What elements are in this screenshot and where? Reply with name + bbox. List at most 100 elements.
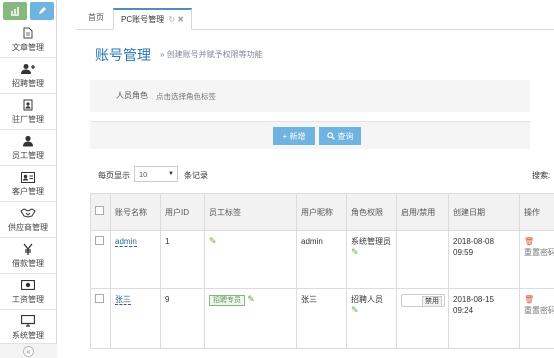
tab-home[interactable]: 首页 (81, 8, 111, 30)
role-text: 招聘人员 (351, 295, 383, 304)
employee-tag-cell: 招聘专员 ✎ (204, 288, 297, 349)
page-size-prefix: 每页显示 (98, 171, 130, 180)
id-card-icon (21, 170, 35, 184)
sidebar-item-label: 供应商管理 (8, 223, 48, 232)
filter-panel: 人员角色 (90, 80, 530, 112)
sidebar-item-label: 系统管理 (12, 331, 44, 340)
col-header-enabled[interactable]: 启用/禁用 (396, 193, 449, 231)
reset-password-link[interactable]: 重置密码 (524, 306, 554, 315)
user-id-cell: 1 (160, 230, 205, 289)
enabled-cell (396, 230, 449, 289)
role-filter-input[interactable] (152, 85, 302, 107)
sidebar: 文章管理 招聘管理 驻厂管理 员工管理 客户管理 供应商管理 借款管理 工资管理… (0, 0, 57, 358)
trash-icon[interactable]: 🗑 (524, 295, 534, 304)
account-link[interactable]: 张三 (115, 295, 131, 305)
handshake-icon (20, 206, 36, 220)
search-icon (326, 132, 335, 140)
collapse-icon[interactable]: « (23, 345, 34, 357)
account-table: 账号名称 用户ID 员工标签 用户昵称 角色权限 启用/禁用 创建日期 操作 a… (90, 193, 554, 349)
user-add-icon (21, 62, 35, 76)
edit-tag-pencil-icon[interactable]: ✎ (247, 294, 255, 304)
query-button[interactable]: 查询 (319, 127, 361, 145)
bar-chart-icon (11, 7, 19, 16)
page-size-value: 10 (139, 169, 148, 179)
sidebar-item-payroll[interactable]: 工资管理 (0, 274, 56, 310)
select-all-cell[interactable] (90, 193, 111, 231)
enable-toggle[interactable]: 禁用 (401, 294, 445, 307)
created-date-cell: 2018-08-15 09:24 (448, 288, 520, 349)
yen-icon (23, 242, 33, 256)
page-title: 账号管理 (95, 47, 151, 63)
sidebar-shortcuts (0, 0, 56, 22)
nickname-cell: admin (296, 230, 347, 289)
col-header-nickname[interactable]: 用户昵称 (296, 193, 347, 231)
col-header-role[interactable]: 角色权限 (346, 193, 397, 231)
add-button-label: + 新增 (282, 131, 306, 141)
stats-shortcut-button[interactable] (3, 2, 27, 20)
user-id-cell: 9 (160, 288, 205, 349)
col-header-account[interactable]: 账号名称 (110, 193, 161, 231)
sidebar-item-label: 借款管理 (12, 259, 44, 268)
caret-down-icon: ▼ (168, 171, 174, 177)
tab-label: PC账号管理 (121, 15, 165, 24)
sidebar-item-loans[interactable]: 借款管理 (0, 238, 56, 274)
row-checkbox[interactable] (95, 236, 104, 245)
money-icon (21, 278, 35, 292)
sidebar-item-suppliers[interactable]: 供应商管理 (0, 202, 56, 238)
page-size-suffix: 条记录 (184, 171, 208, 180)
sidebar-item-label: 驻厂管理 (12, 115, 44, 124)
role-filter-label: 人员角色 (116, 91, 148, 100)
sidebar-item-label: 客户管理 (12, 187, 44, 196)
col-header-actions: 操作 (519, 193, 554, 231)
page-size-select[interactable]: 10 ▼ (134, 166, 178, 182)
nickname-cell: 张三 (296, 288, 347, 349)
col-header-employee-tag[interactable]: 员工标签 (204, 193, 297, 231)
employee-tag-badge: 招聘专员 (209, 295, 245, 306)
sidebar-item-customers[interactable]: 客户管理 (0, 166, 56, 202)
tab-pc-account[interactable]: PC账号管理 ↻ ✖ (113, 8, 192, 30)
refresh-close-icon[interactable]: ↻ ✖ (168, 15, 184, 24)
disable-label: 禁用 (422, 296, 442, 307)
role-text: 系统管理员 (351, 237, 391, 246)
sidebar-collapse[interactable]: « (0, 343, 57, 358)
edit-tag-pencil-icon[interactable]: ✎ (209, 236, 217, 246)
reset-password-link[interactable]: 重置密码 (524, 248, 554, 257)
role-cell: 系统管理员 ✎ (346, 230, 397, 289)
user-icon (23, 134, 33, 148)
sidebar-item-label: 招聘管理 (12, 79, 44, 88)
select-all-checkbox[interactable] (95, 206, 104, 215)
employee-tag-cell: ✎ (204, 230, 297, 289)
sidebar-item-label: 工资管理 (12, 295, 44, 304)
sidebar-item-onsite[interactable]: 驻厂管理 (0, 94, 56, 130)
enabled-cell: 禁用 (396, 288, 449, 349)
query-button-label: 查询 (337, 131, 354, 141)
add-button[interactable]: + 新增 (273, 127, 315, 145)
table-row: 张三 9 招聘专员 ✎ 张三 招聘人员 ✎ 禁用 2018-08-15 09:2… (90, 288, 554, 349)
edit-role-pencil-icon[interactable]: ✎ (351, 305, 359, 315)
role-cell: 招聘人员 ✎ (346, 288, 397, 349)
badge-icon (23, 98, 33, 112)
table-header-row: 账号名称 用户ID 员工标签 用户昵称 角色权限 启用/禁用 创建日期 操作 (90, 193, 554, 231)
sidebar-item-label: 文章管理 (12, 43, 44, 52)
sidebar-item-articles[interactable]: 文章管理 (0, 22, 56, 58)
edit-shortcut-button[interactable] (30, 2, 54, 20)
col-header-user-id[interactable]: 用户ID (160, 193, 205, 231)
table-row: admin 1 ✎ admin 系统管理员 ✎ 2018-08-08 09:59… (90, 230, 554, 289)
edit-role-pencil-icon[interactable]: ✎ (351, 247, 359, 257)
page-subtitle: » 创建账号并赋予权限等功能 (160, 50, 263, 59)
sidebar-item-recruitment[interactable]: 招聘管理 (0, 58, 56, 94)
pencil-icon (39, 7, 46, 14)
sidebar-item-system[interactable]: 系统管理 (0, 310, 56, 346)
monitor-icon (21, 314, 35, 328)
search-label: 搜索: (532, 171, 551, 180)
row-checkbox[interactable] (95, 294, 104, 303)
account-link[interactable]: admin (115, 237, 137, 247)
actions-cell: 🗑 重置密码 (519, 288, 554, 349)
document-icon (23, 26, 33, 40)
created-date-cell: 2018-08-08 09:59 (448, 230, 520, 289)
col-header-created[interactable]: 创建日期 (448, 193, 520, 231)
sidebar-item-label: 员工管理 (12, 151, 44, 160)
action-bar: + 新增 查询 (90, 121, 530, 149)
sidebar-item-employees[interactable]: 员工管理 (0, 130, 56, 166)
trash-icon[interactable]: 🗑 (524, 237, 534, 246)
